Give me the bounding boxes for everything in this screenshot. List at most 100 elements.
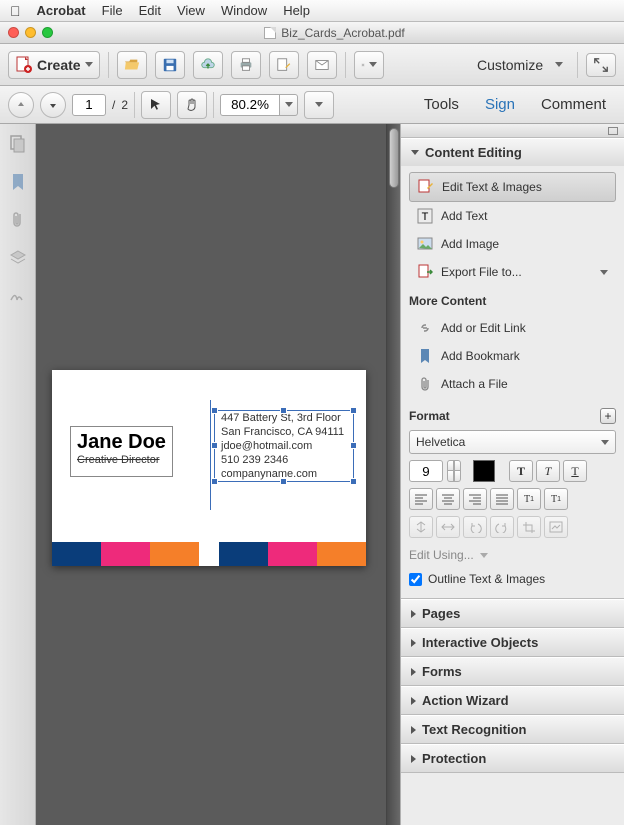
main-toolbar: Create Customize [0,44,624,86]
selection-handle[interactable] [211,407,218,414]
name-text-box[interactable]: Jane Doe Creative Director [70,426,173,477]
minimize-window-button[interactable] [25,27,36,38]
hand-icon [184,97,200,113]
add-image-tool[interactable]: Add Image [409,230,616,258]
menu-file[interactable]: File [102,3,123,18]
email-button[interactable] [307,51,337,79]
selection-handle[interactable] [350,407,357,414]
selection-handle[interactable] [280,478,287,485]
contact-line: San Francisco, CA 94111 [215,425,353,439]
flip-horizontal-button[interactable] [436,516,460,538]
arrow-down-icon [47,99,59,111]
app-menu[interactable]: Acrobat [37,3,86,18]
menu-view[interactable]: View [177,3,205,18]
select-tool-button[interactable] [141,91,171,119]
close-window-button[interactable] [8,27,19,38]
menu-help[interactable]: Help [283,3,310,18]
contact-text-box-selected[interactable]: 447 Battery St, 3rd Floor San Francisco,… [214,410,354,482]
flip-vertical-button[interactable] [409,516,433,538]
rotate-cw-button[interactable] [490,516,514,538]
scrollbar-thumb[interactable] [389,128,399,188]
page-thumbnails-icon[interactable] [8,134,28,154]
selection-handle[interactable] [350,442,357,449]
align-center-button[interactable] [436,488,460,510]
panel-protection-header[interactable]: Protection [401,744,624,772]
document-viewport[interactable]: Jane Doe Creative Director 447 Battery S… [36,124,400,825]
tab-comment[interactable]: Comment [531,96,616,113]
print-button[interactable] [231,51,261,79]
zoom-window-button[interactable] [42,27,53,38]
zoom-dropdown-button[interactable] [280,94,298,116]
link-icon [417,320,433,336]
edit-text-images-icon [418,179,434,195]
align-left-button[interactable] [409,488,433,510]
apple-menu-icon[interactable]:  [10,3,21,19]
panel-action-wizard-header[interactable]: Action Wizard [401,686,624,714]
tab-sign[interactable]: Sign [475,96,525,113]
selection-handle[interactable] [280,407,287,414]
edit-text-images-tool[interactable]: Edit Text & Images [409,172,616,202]
font-family-select[interactable]: Helvetica [409,430,616,454]
next-page-button[interactable] [40,92,66,118]
hand-tool-button[interactable] [177,91,207,119]
tab-tools[interactable]: Tools [414,96,469,113]
replace-image-button[interactable] [544,516,568,538]
panel-content-editing-header[interactable]: Content Editing [401,138,624,166]
layers-icon[interactable] [8,248,28,268]
subscript-button[interactable]: T1 [544,488,568,510]
crop-button[interactable] [517,516,541,538]
underline-button[interactable]: T [563,460,587,482]
settings-button[interactable] [354,51,384,79]
cursor-icon [148,97,164,113]
italic-button[interactable]: T [536,460,560,482]
cloud-button[interactable] [193,51,223,79]
prev-page-button[interactable] [8,92,34,118]
selection-handle[interactable] [211,478,218,485]
signatures-icon[interactable] [8,286,28,306]
add-text-tool[interactable]: T Add Text [409,202,616,230]
add-bookmark-tool[interactable]: Add Bookmark [409,342,616,370]
envelope-icon [314,57,330,73]
open-button[interactable] [117,51,147,79]
text-color-swatch[interactable] [473,460,495,482]
panel-text-recognition-header[interactable]: Text Recognition [401,715,624,743]
page-number-input[interactable] [72,94,106,116]
bookmarks-icon[interactable] [8,172,28,192]
vertical-scrollbar[interactable] [386,124,400,825]
selection-handle[interactable] [211,442,218,449]
zoom-menu-button[interactable] [304,91,334,119]
bold-button[interactable]: T [509,460,533,482]
font-size-stepper[interactable] [447,460,461,482]
customize-button[interactable]: Customize [471,51,569,79]
selection-handle[interactable] [350,478,357,485]
attachments-icon[interactable] [8,210,28,230]
edit-doc-button[interactable] [269,51,299,79]
chevron-down-icon [600,270,608,275]
panel-pages-header[interactable]: Pages [401,599,624,627]
edit-using-dropdown[interactable]: Edit Using... [409,548,616,562]
rotate-ccw-button[interactable] [463,516,487,538]
disclosure-triangle-icon [411,755,416,763]
menu-window[interactable]: Window [221,3,267,18]
panel-options-button[interactable] [401,124,624,138]
fullscreen-button[interactable] [586,53,616,77]
add-edit-link-tool[interactable]: Add or Edit Link [409,314,616,342]
format-expand-button[interactable]: + [600,408,616,424]
panel-interactive-objects-header[interactable]: Interactive Objects [401,628,624,656]
align-justify-button[interactable] [490,488,514,510]
align-right-button[interactable] [463,488,487,510]
chevron-down-icon [369,62,377,67]
save-button[interactable] [155,51,185,79]
attach-file-tool[interactable]: Attach a File [409,370,616,398]
align-left-icon [414,493,428,505]
menu-edit[interactable]: Edit [139,3,161,18]
add-image-icon [417,236,433,252]
superscript-button[interactable]: T1 [517,488,541,510]
create-button[interactable]: Create [8,51,100,79]
zoom-input[interactable] [220,94,280,116]
align-justify-icon [495,493,509,505]
export-file-tool[interactable]: Export File to... [409,258,616,286]
outline-text-images-checkbox[interactable]: Outline Text & Images [409,572,616,586]
font-size-input[interactable] [409,460,443,482]
panel-forms-header[interactable]: Forms [401,657,624,685]
